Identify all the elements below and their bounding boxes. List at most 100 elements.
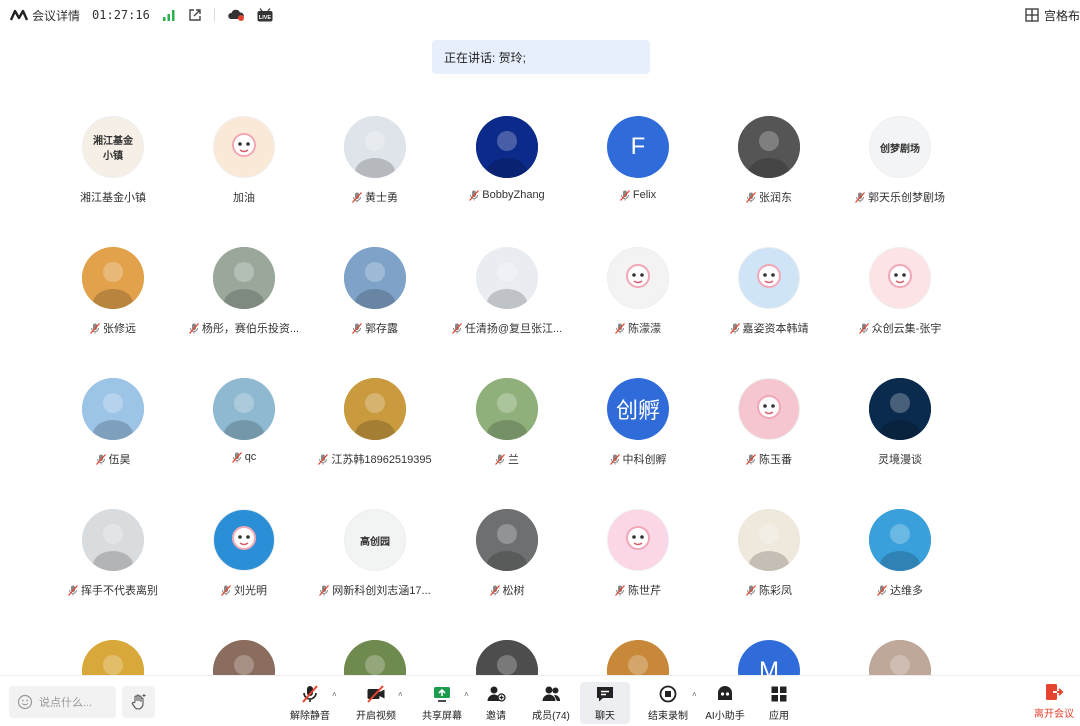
participant-avatar: M bbox=[738, 640, 800, 675]
muted-mic-icon bbox=[615, 584, 625, 596]
participant-tile[interactable]: 陈彩凤 bbox=[704, 509, 834, 619]
participant-tile[interactable] bbox=[179, 640, 309, 675]
toolbar-button-label: 解除静音 bbox=[290, 711, 330, 722]
participant-tile[interactable]: 灵境漫谈 bbox=[835, 378, 965, 488]
participant-tile[interactable]: F Felix bbox=[573, 116, 703, 226]
muted-mic-icon bbox=[609, 453, 620, 465]
participant-tile[interactable]: 松树 bbox=[442, 509, 572, 619]
participant-name: 灵境漫谈 bbox=[878, 454, 922, 466]
participant-name-row: 郭存露 bbox=[300, 320, 450, 336]
participant-name: 兰 bbox=[508, 454, 519, 466]
participant-avatar: 湘江基金小镇 bbox=[82, 116, 144, 178]
muted-mic-icon bbox=[451, 322, 462, 334]
raise-hand-button[interactable] bbox=[122, 686, 155, 718]
participant-tile[interactable]: 创孵 中科创孵 bbox=[573, 378, 703, 488]
participant-avatar bbox=[607, 640, 669, 675]
participant-name-row: Felix bbox=[563, 189, 713, 201]
participant-tile[interactable]: BobbyZhang bbox=[442, 116, 572, 226]
participant-name-row: 张修远 bbox=[38, 320, 188, 336]
participant-tile[interactable]: 刘光明 bbox=[179, 509, 309, 619]
participant-tile[interactable]: 张润东 bbox=[704, 116, 834, 226]
chevron-up-icon[interactable]: ˄ bbox=[464, 690, 469, 699]
participant-tile[interactable]: 加油 bbox=[179, 116, 309, 226]
toolbar-button-label: 结束录制 bbox=[648, 711, 688, 722]
participant-tile[interactable]: 众创云集-张宇 bbox=[835, 247, 965, 357]
muted-mic-icon bbox=[188, 322, 199, 334]
muted-mic-icon bbox=[619, 189, 630, 201]
participant-tile[interactable] bbox=[573, 640, 703, 675]
muted-mic-icon bbox=[729, 322, 740, 334]
apps-icon bbox=[769, 682, 789, 704]
participant-tile[interactable] bbox=[835, 640, 965, 675]
participant-tile[interactable]: 创梦剧场郭天乐创梦剧场 bbox=[835, 116, 965, 226]
toolbar-button-apps[interactable]: 应用 bbox=[762, 682, 796, 724]
muted-mic-icon bbox=[615, 322, 625, 334]
toolbar-button-ai-assistant[interactable]: AI小助手 bbox=[702, 682, 748, 724]
participant-tile[interactable] bbox=[48, 640, 178, 675]
toolbar-button-stop-record[interactable]: 结束录制 ˄ bbox=[640, 682, 697, 724]
participant-tile[interactable]: 任清扬@复旦张江... bbox=[442, 247, 572, 357]
participant-name: 陈玉番 bbox=[759, 454, 792, 466]
invite-icon bbox=[486, 682, 506, 704]
participant-avatar: 创梦剧场 bbox=[869, 116, 931, 178]
participant-tile[interactable]: 陈世芹 bbox=[573, 509, 703, 619]
participant-tile[interactable] bbox=[442, 640, 572, 675]
participant-tile[interactable]: 张修远 bbox=[48, 247, 178, 357]
participant-name: 陈世芹 bbox=[628, 585, 661, 597]
participant-avatar bbox=[738, 509, 800, 571]
participant-tile[interactable]: 江苏韩18962519395 bbox=[310, 378, 440, 488]
toolbar-button-invite[interactable]: 邀请 bbox=[478, 682, 514, 724]
participant-name-row: 湘江基金小镇 bbox=[38, 189, 188, 205]
participant-tile[interactable]: 挥手不代表离别 bbox=[48, 509, 178, 619]
muted-mic-icon bbox=[231, 451, 242, 463]
toolbar-button-label: 聊天 bbox=[595, 711, 615, 722]
participant-tile[interactable]: 黄士勇 bbox=[310, 116, 440, 226]
participant-avatar bbox=[213, 378, 275, 440]
participant-avatar bbox=[738, 247, 800, 309]
muted-mic-icon bbox=[746, 191, 756, 203]
participant-name: 湘江基金小镇 bbox=[80, 192, 146, 204]
participant-tile[interactable]: 陈玉番 bbox=[704, 378, 834, 488]
participant-name: 中科创孵 bbox=[622, 454, 667, 466]
chevron-up-icon[interactable]: ˄ bbox=[332, 690, 337, 699]
participant-tile[interactable]: 高创园 网新科创刘志涵17... bbox=[310, 509, 440, 619]
toolbar-button-chat[interactable]: 聊天 bbox=[580, 682, 630, 724]
participant-tile[interactable]: 达维多 bbox=[835, 509, 965, 619]
participant-tile[interactable]: 湘江基金小镇 湘江基金小镇 bbox=[48, 116, 178, 226]
toolbar-button-members[interactable]: 成员(74) bbox=[522, 682, 580, 724]
participant-name-row: qc bbox=[169, 451, 319, 463]
quick-chat-input[interactable]: 说点什么... bbox=[9, 686, 116, 718]
toolbar-button-camera-off[interactable]: 开启视频 ˄ bbox=[350, 682, 403, 724]
participant-avatar bbox=[344, 640, 406, 675]
muted-mic-icon bbox=[489, 584, 500, 596]
leave-meeting-button[interactable]: 离开会议 bbox=[1034, 682, 1074, 720]
participant-tile[interactable]: 郭存露 bbox=[310, 247, 440, 357]
participant-tile[interactable]: 陈濛濛 bbox=[573, 247, 703, 357]
participant-name: 郭天乐创梦剧场 bbox=[868, 192, 945, 204]
toolbar-button-share-screen[interactable]: 共享屏幕 ˄ bbox=[416, 682, 469, 724]
participant-name-row: 陈玉番 bbox=[694, 451, 844, 467]
participant-name: 江苏韩18962519395 bbox=[331, 454, 432, 466]
participant-name: 挥手不代表离别 bbox=[81, 585, 158, 597]
participant-tile[interactable]: 伍昊 bbox=[48, 378, 178, 488]
participant-name-row: 陈彩凤 bbox=[694, 582, 844, 598]
participant-name-row: 灵境漫谈 bbox=[825, 451, 975, 467]
toolbar-button-mic-muted[interactable]: 解除静音 ˄ bbox=[284, 682, 337, 724]
participant-avatar bbox=[607, 509, 669, 571]
emoji-icon[interactable] bbox=[17, 694, 33, 710]
participant-tile[interactable]: 兰 bbox=[442, 378, 572, 488]
chevron-up-icon[interactable]: ˄ bbox=[692, 690, 697, 699]
chevron-up-icon[interactable]: ˄ bbox=[398, 690, 403, 699]
participant-avatar bbox=[82, 378, 144, 440]
participant-tile[interactable]: M bbox=[704, 640, 834, 675]
participant-tile[interactable] bbox=[310, 640, 440, 675]
participant-name-row: 郭天乐创梦剧场 bbox=[825, 189, 975, 205]
participant-tile[interactable]: 嘉姿资本韩靖 bbox=[704, 247, 834, 357]
participant-tile[interactable]: qc bbox=[179, 378, 309, 488]
participant-tile[interactable]: 杨彤，赛伯乐投资... bbox=[179, 247, 309, 357]
participant-name-row: 张润东 bbox=[694, 189, 844, 205]
muted-mic-icon bbox=[318, 453, 329, 465]
muted-mic-icon bbox=[352, 191, 362, 203]
participant-name: 张润东 bbox=[759, 192, 792, 204]
participant-name-row: 杨彤，赛伯乐投资... bbox=[169, 320, 319, 336]
